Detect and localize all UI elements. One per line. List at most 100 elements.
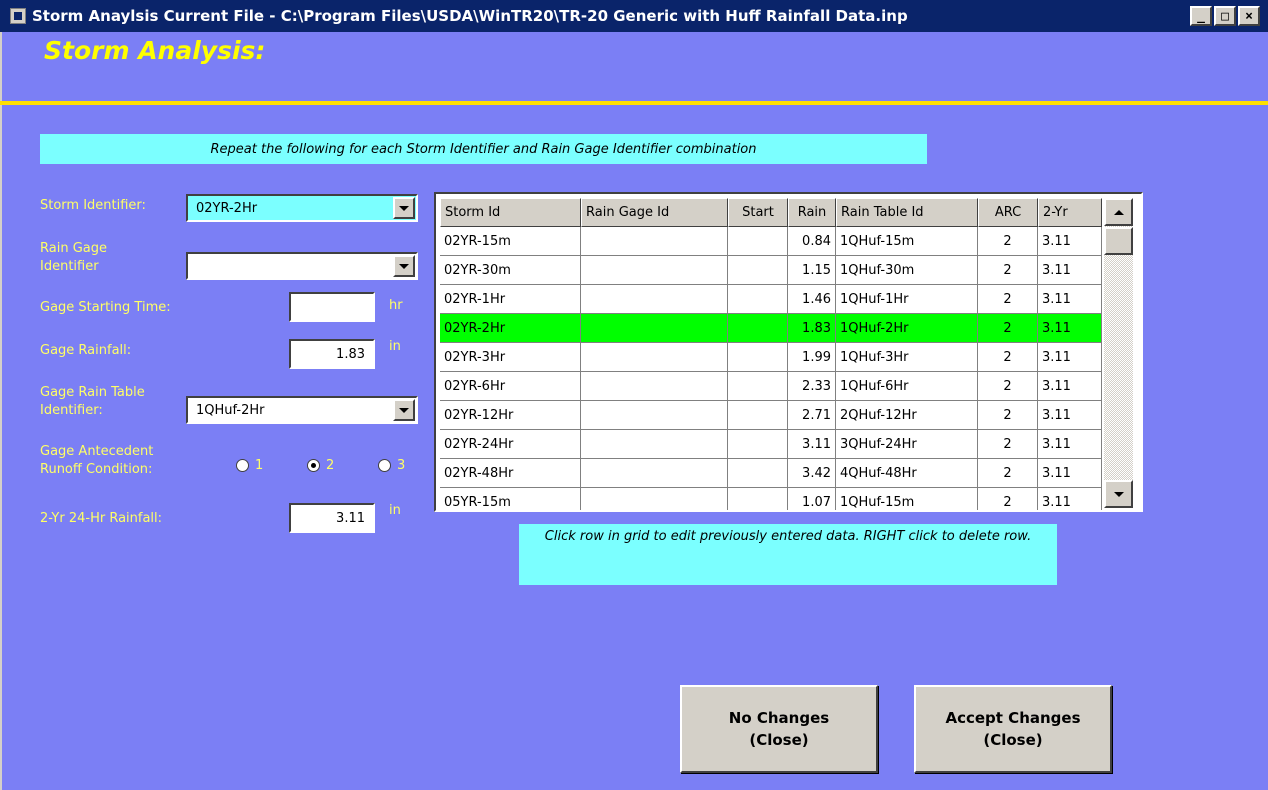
table-cell-start[interactable] [728,372,788,401]
rain-table-dropdown-button[interactable] [393,399,415,421]
table-row[interactable]: 02YR-2Hr 1.83 1QHuf-2Hr 2 3.11 [440,314,1102,343]
table-row[interactable]: 02YR-15m 0.84 1QHuf-15m 2 3.11 [440,227,1102,256]
table-cell-arc[interactable]: 2 [978,459,1038,488]
table-cell-storm-id[interactable]: 02YR-48Hr [440,459,581,488]
table-cell-arc[interactable]: 2 [978,314,1038,343]
table-cell-2yr[interactable]: 3.11 [1038,430,1102,459]
grid-vertical-scrollbar[interactable] [1104,198,1133,508]
rain-gage-dropdown-button[interactable] [393,255,415,277]
table-cell-rain-table-id[interactable]: 1QHuf-6Hr [836,372,978,401]
table-row[interactable]: 02YR-1Hr 1.46 1QHuf-1Hr 2 3.11 [440,285,1102,314]
table-cell-rain-gage-id[interactable] [581,401,728,430]
grid-header-arc[interactable]: ARC [978,198,1038,227]
table-cell-start[interactable] [728,227,788,256]
table-cell-arc[interactable]: 2 [978,372,1038,401]
grid-header-2yr[interactable]: 2-Yr [1038,198,1102,227]
table-row[interactable]: 02YR-12Hr 2.71 2QHuf-12Hr 2 3.11 [440,401,1102,430]
table-cell-rain[interactable]: 1.07 [788,488,836,510]
table-cell-2yr[interactable]: 3.11 [1038,314,1102,343]
table-cell-2yr[interactable]: 3.11 [1038,256,1102,285]
table-cell-arc[interactable]: 2 [978,343,1038,372]
table-cell-rain-gage-id[interactable] [581,314,728,343]
table-cell-arc[interactable]: 2 [978,488,1038,510]
table-cell-arc[interactable]: 2 [978,256,1038,285]
scroll-up-button[interactable] [1104,198,1133,226]
table-row[interactable]: 02YR-30m 1.15 1QHuf-30m 2 3.11 [440,256,1102,285]
gage-start-input[interactable] [289,292,375,322]
table-cell-rain[interactable]: 3.11 [788,430,836,459]
arc-radio-3[interactable]: 3 [378,458,405,473]
table-row[interactable]: 02YR-3Hr 1.99 1QHuf-3Hr 2 3.11 [440,343,1102,372]
table-cell-start[interactable] [728,430,788,459]
table-cell-rain-table-id[interactable]: 1QHuf-2Hr [836,314,978,343]
table-cell-start[interactable] [728,488,788,510]
table-cell-2yr[interactable]: 3.11 [1038,343,1102,372]
table-cell-rain-table-id[interactable]: 1QHuf-15m [836,488,978,510]
grid-header-start[interactable]: Start [728,198,788,227]
gage-rainfall-input[interactable] [289,339,375,369]
table-cell-rain-gage-id[interactable] [581,285,728,314]
table-cell-rain[interactable]: 2.71 [788,401,836,430]
table-cell-rain-gage-id[interactable] [581,372,728,401]
grid-header-storm-id[interactable]: Storm Id [440,198,581,227]
table-cell-storm-id[interactable]: 02YR-1Hr [440,285,581,314]
table-cell-start[interactable] [728,285,788,314]
table-cell-2yr[interactable]: 3.11 [1038,372,1102,401]
table-cell-rain-table-id[interactable]: 1QHuf-3Hr [836,343,978,372]
table-cell-2yr[interactable]: 3.11 [1038,285,1102,314]
table-cell-storm-id[interactable]: 02YR-30m [440,256,581,285]
table-cell-rain[interactable]: 1.15 [788,256,836,285]
table-row[interactable]: 02YR-48Hr 3.42 4QHuf-48Hr 2 3.11 [440,459,1102,488]
table-row[interactable]: 02YR-24Hr 3.11 3QHuf-24Hr 2 3.11 [440,430,1102,459]
table-cell-arc[interactable]: 2 [978,285,1038,314]
table-row[interactable]: 05YR-15m 1.07 1QHuf-15m 2 3.11 [440,488,1102,510]
scroll-thumb[interactable] [1104,227,1133,255]
two-yr-input[interactable] [289,503,375,533]
grid-header-rain[interactable]: Rain [788,198,836,227]
table-cell-rain-table-id[interactable]: 2QHuf-12Hr [836,401,978,430]
table-cell-arc[interactable]: 2 [978,430,1038,459]
table-cell-storm-id[interactable]: 05YR-15m [440,488,581,510]
table-cell-storm-id[interactable]: 02YR-12Hr [440,401,581,430]
table-cell-storm-id[interactable]: 02YR-15m [440,227,581,256]
accept-changes-close-button[interactable]: Accept Changes (Close) [914,685,1112,773]
rain-table-combo[interactable]: 1QHuf-2Hr [186,396,418,424]
table-cell-arc[interactable]: 2 [978,401,1038,430]
table-cell-rain-table-id[interactable]: 3QHuf-24Hr [836,430,978,459]
table-cell-start[interactable] [728,459,788,488]
table-cell-rain[interactable]: 1.46 [788,285,836,314]
table-cell-start[interactable] [728,314,788,343]
table-cell-rain[interactable]: 1.99 [788,343,836,372]
table-cell-arc[interactable]: 2 [978,227,1038,256]
grid-header-rain-table-id[interactable]: Rain Table Id [836,198,978,227]
maximize-button[interactable]: □ [1214,6,1236,26]
table-row[interactable]: 02YR-6Hr 2.33 1QHuf-6Hr 2 3.11 [440,372,1102,401]
table-cell-start[interactable] [728,343,788,372]
table-cell-storm-id[interactable]: 02YR-6Hr [440,372,581,401]
table-cell-storm-id[interactable]: 02YR-2Hr [440,314,581,343]
table-cell-rain[interactable]: 0.84 [788,227,836,256]
arc-radio-1[interactable]: 1 [236,458,263,473]
grid-header-rain-gage-id[interactable]: Rain Gage Id [581,198,728,227]
table-cell-rain-table-id[interactable]: 4QHuf-48Hr [836,459,978,488]
table-cell-rain-gage-id[interactable] [581,488,728,510]
app-window-icon[interactable] [10,8,26,24]
table-cell-rain-table-id[interactable]: 1QHuf-1Hr [836,285,978,314]
table-cell-rain-gage-id[interactable] [581,227,728,256]
table-cell-rain[interactable]: 1.83 [788,314,836,343]
no-changes-close-button[interactable]: No Changes (Close) [680,685,878,773]
table-cell-2yr[interactable]: 3.11 [1038,401,1102,430]
storm-identifier-combo[interactable]: 02YR-2Hr [186,194,418,222]
table-cell-rain-gage-id[interactable] [581,256,728,285]
table-cell-rain-gage-id[interactable] [581,343,728,372]
rain-gage-combo[interactable] [186,252,418,280]
table-cell-start[interactable] [728,256,788,285]
storm-data-grid[interactable]: Storm Id Rain Gage Id Start Rain Rain Ta… [434,192,1143,512]
table-cell-2yr[interactable]: 3.11 [1038,459,1102,488]
table-cell-storm-id[interactable]: 02YR-24Hr [440,430,581,459]
table-cell-start[interactable] [728,401,788,430]
table-cell-storm-id[interactable]: 02YR-3Hr [440,343,581,372]
table-cell-rain-gage-id[interactable] [581,430,728,459]
table-cell-rain-gage-id[interactable] [581,459,728,488]
storm-identifier-dropdown-button[interactable] [393,197,415,219]
